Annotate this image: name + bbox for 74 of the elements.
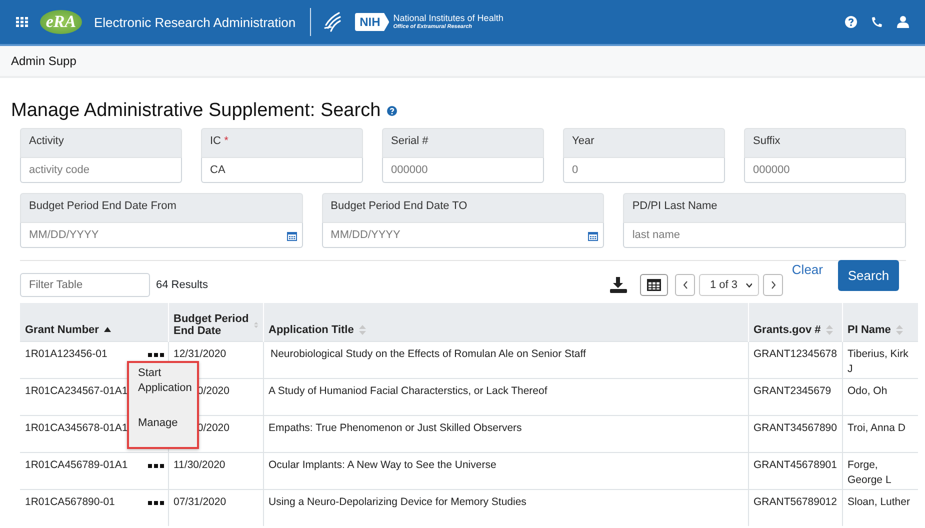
column-header[interactable]: Application Title	[263, 303, 748, 341]
menu-item[interactable]: Manage	[138, 416, 193, 431]
calendar-icon[interactable]	[588, 231, 598, 241]
field-label: Budget Period End Date TO	[322, 193, 604, 223]
column-header[interactable]: Grant Number	[20, 303, 168, 341]
app-title: Electronic Research Administration	[94, 14, 296, 30]
table-cell: 1R01CA567890-01	[25, 494, 115, 510]
chevron-left-icon	[682, 281, 688, 289]
user-icon[interactable]	[897, 16, 909, 28]
table-cell: A Study of Humaniod Facial Characterstics, or Lack Thereof	[268, 384, 548, 396]
input-field[interactable]: 000000	[744, 158, 906, 183]
table-cell: Troi, Anna D	[848, 422, 906, 434]
search-button[interactable]: Search	[838, 260, 899, 291]
chevron-right-icon	[770, 281, 776, 289]
results-count: 64 Results	[156, 279, 208, 291]
table-cell: GRANT56789012	[754, 496, 837, 508]
column-header[interactable]: Grants.gov #	[748, 303, 842, 341]
input-field[interactable]: 000000	[382, 158, 544, 183]
table-cell: Forge, George L	[848, 458, 892, 486]
table-cell: 12/31/2020	[174, 348, 226, 360]
field-label: Suffix	[744, 128, 906, 158]
input-field[interactable]: activity code	[20, 158, 182, 183]
apps-grid-icon[interactable]	[16, 17, 28, 27]
table-cell: GRANT2345679	[754, 384, 832, 396]
table-cell: Using a Neuro-Depolarizing Device for Memory Studies	[268, 496, 526, 508]
table-cell: Tiberius, Kirk J	[848, 348, 908, 374]
field-label: Year	[563, 128, 725, 158]
table-cell: 07/31/2020	[174, 496, 226, 508]
table-cell: GRANT12345678	[754, 348, 837, 360]
help-icon[interactable]	[386, 106, 397, 116]
help-icon[interactable]	[845, 16, 857, 28]
table-cell: GRANT34567890	[754, 422, 837, 434]
calendar-icon[interactable]	[286, 231, 297, 241]
table-cell: 1R01CA345678-01A1	[25, 420, 128, 436]
date-field[interactable]: MM/DD/YYYY	[322, 223, 604, 248]
table-cell: GRANT45678901	[754, 458, 837, 470]
table-cell: Neurobiological Study on the Effects of Romulan Ale on Senior Staff	[270, 348, 586, 360]
table-cell: Empaths: True Phenomenon or Just Skilled Observers	[268, 422, 522, 434]
breadcrumb: Admin Supp	[11, 54, 76, 68]
caret-icon	[746, 282, 752, 288]
table-cell: 1R01CA234567-01A1	[25, 384, 128, 398]
filter-field[interactable]: Filter Table	[20, 273, 150, 297]
table-cell: Sloan, Luther	[848, 496, 910, 508]
phone-icon[interactable]	[871, 16, 883, 28]
column-header[interactable]: PI Name	[842, 303, 918, 341]
next-page-button[interactable]	[763, 274, 783, 296]
table-cell: Odo, Oh	[848, 384, 888, 396]
table-cell: 1R01CA456789-01A1	[25, 458, 128, 472]
previous-page-button[interactable]	[675, 274, 695, 296]
more-actions-icon[interactable]	[148, 500, 164, 504]
field-label: Activity	[20, 128, 182, 158]
input-field[interactable]: last name	[623, 223, 906, 248]
more-actions-icon[interactable]	[148, 464, 164, 468]
menu-item[interactable]: Start Application	[138, 366, 193, 396]
input-field[interactable]: CA	[201, 158, 363, 183]
page-select[interactable]: 1 of 3	[699, 274, 759, 296]
table-icon	[647, 279, 661, 291]
date-field[interactable]: MM/DD/YYYY	[20, 223, 303, 248]
field-label: Serial #	[382, 128, 544, 158]
page-title: Manage Administrative Supplement: Search	[11, 100, 381, 122]
column-toggle-button[interactable]	[640, 274, 668, 296]
more-actions-icon[interactable]	[148, 352, 164, 356]
clear-link[interactable]: Clear	[792, 262, 823, 277]
table-cell: 1R01A123456-01	[25, 346, 108, 362]
field-label: Budget Period End Date From	[20, 193, 303, 223]
download-icon[interactable]	[610, 277, 627, 293]
field-label: IC *	[201, 128, 363, 158]
field-label: PD/PI Last Name	[623, 193, 906, 223]
nih-badge: NIH	[354, 13, 390, 31]
column-header[interactable]: Budget Period End Date	[168, 303, 263, 341]
institute-name: National Institutes of Health	[393, 14, 504, 24]
table-cell: Ocular Implants: A New Way to See the Universe	[268, 458, 496, 470]
input-field[interactable]: 0	[563, 158, 725, 183]
table-cell: 11/30/2020	[174, 458, 226, 470]
